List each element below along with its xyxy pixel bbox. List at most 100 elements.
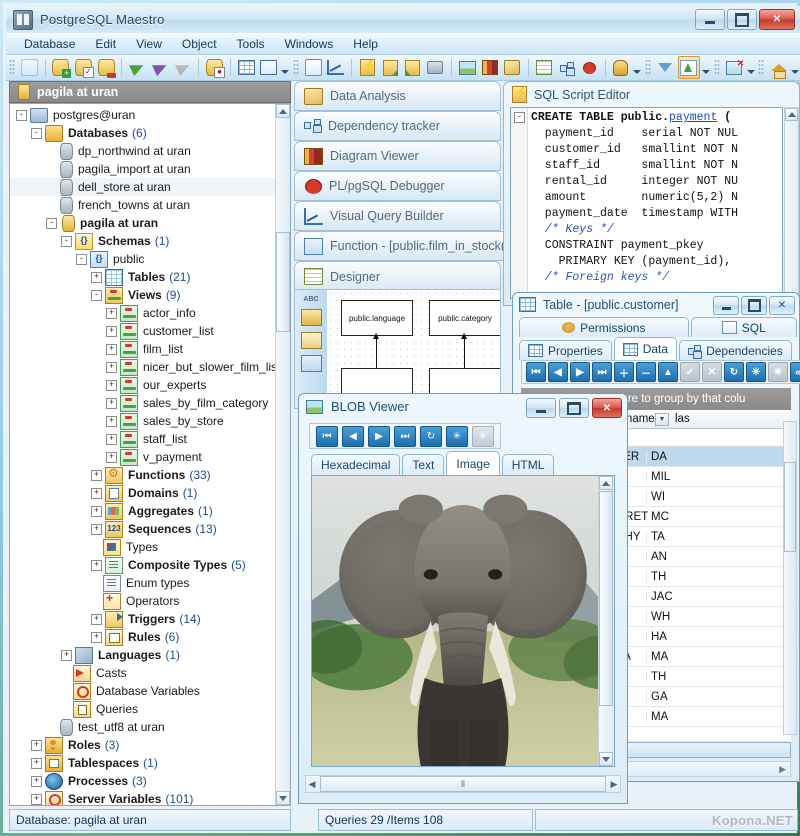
blob-first-button[interactable]: ⏮	[316, 426, 338, 447]
fold-toggle[interactable]: -	[514, 112, 525, 123]
tree-node-languages[interactable]: +Languages(1)	[10, 646, 275, 664]
toolbar-grip[interactable]	[758, 59, 764, 76]
tool-tab-data-analysis[interactable]: Data Analysis	[294, 81, 501, 111]
tree-toggle[interactable]: -	[16, 110, 27, 121]
blob-save-button[interactable]: ✳	[446, 426, 468, 447]
card-view-button[interactable]	[259, 57, 280, 78]
blob-hscroll-right-button[interactable]: ▶	[608, 779, 620, 790]
home-button[interactable]	[768, 57, 789, 78]
blob-image-vscrollbar[interactable]	[598, 476, 614, 766]
tab-html[interactable]: HTML	[502, 454, 555, 475]
sql-editor-body[interactable]: - CREATE TABLE public.payment ( payment_…	[510, 107, 783, 299]
tool-tab-diagram-viewer[interactable]: Diagram Viewer	[294, 141, 501, 171]
tree-node-processes[interactable]: +Processes(3)	[10, 772, 275, 790]
blob-prior-button[interactable]: ◀	[342, 426, 364, 447]
tree-toggle[interactable]: +	[106, 398, 117, 409]
database-tree[interactable]: -postgres@uran-Databases(6)dp_northwind …	[10, 106, 275, 806]
tree-node-composite-types[interactable]: +Composite Types(5)	[10, 556, 275, 574]
tree-toggle[interactable]: +	[91, 488, 102, 499]
cell-last-name[interactable]: MC	[647, 511, 791, 523]
import-data-button[interactable]	[403, 57, 424, 78]
tool-tab-dependency-tracker[interactable]: Dependency tracker	[294, 111, 501, 141]
plug-button[interactable]	[611, 57, 632, 78]
tree-scroll-thumb[interactable]	[276, 232, 290, 332]
blob-image-area[interactable]	[311, 475, 615, 767]
minimize-button[interactable]	[695, 9, 725, 30]
tab-image[interactable]: Image	[446, 451, 499, 475]
tree-node-enum-types[interactable]: Enum types	[10, 574, 275, 592]
visual-query-builder-button[interactable]	[326, 57, 347, 78]
filter-button[interactable]	[655, 57, 676, 78]
security-button[interactable]: ●	[204, 57, 225, 78]
menu-item-view[interactable]: View	[126, 35, 172, 53]
tab-permissions[interactable]: Permissions	[519, 317, 689, 337]
debugger-button[interactable]	[579, 57, 600, 78]
blob-hscroll-thumb[interactable]: ⦀	[320, 776, 606, 792]
grid-view-button[interactable]	[236, 57, 257, 78]
tree-toggle[interactable]: +	[106, 344, 117, 355]
clear-filter-button[interactable]: ✳	[768, 362, 788, 382]
new-document-button[interactable]	[303, 57, 324, 78]
tree-node-schemas[interactable]: -{}Schemas(1)	[10, 232, 275, 250]
toolbar-grip[interactable]	[9, 59, 15, 76]
menu-item-windows[interactable]: Windows	[275, 35, 344, 53]
tree-node-pagila-at-uran[interactable]: -pagila at uran	[10, 214, 275, 232]
cell-last-name[interactable]: TH	[647, 571, 791, 583]
toolbar-overflow-3[interactable]	[701, 57, 711, 78]
tree-node-roles[interactable]: +Roles(3)	[10, 736, 275, 754]
column-filter-dropdown-icon[interactable]: ▼	[655, 413, 669, 426]
apply-filter-button[interactable]: ✳	[746, 362, 766, 382]
cell-last-name[interactable]: MA	[647, 651, 791, 663]
tree-node-tables[interactable]: +Tables(21)	[10, 268, 275, 286]
sql-scroll-up-button[interactable]	[785, 108, 798, 121]
blob-clear-button[interactable]: ✳	[472, 426, 494, 447]
table-maximize-button[interactable]	[741, 296, 767, 315]
relation-tool-icon[interactable]	[301, 332, 322, 349]
tree-node-test-utf8-at-uran[interactable]: test_utf8 at uran	[10, 718, 275, 736]
tab-hexadecimal[interactable]: Hexadecimal	[311, 454, 400, 475]
designer-node[interactable]: public.category	[429, 300, 501, 336]
toolbar-overflow-4[interactable]	[746, 57, 756, 78]
tree-toggle[interactable]: +	[91, 524, 102, 535]
tab-sql[interactable]: SQL	[691, 317, 797, 337]
new-database-button[interactable]: +	[51, 57, 72, 78]
tab-data[interactable]: Data	[614, 337, 677, 360]
tree-toggle[interactable]: +	[31, 794, 42, 805]
tree-toggle[interactable]: +	[106, 434, 117, 445]
tree-toggle[interactable]: +	[91, 632, 102, 643]
blob-image-scroll-down[interactable]	[599, 752, 613, 766]
post-edit-button[interactable]: ✓	[680, 362, 700, 382]
tree-node-domains[interactable]: +Domains(1)	[10, 484, 275, 502]
tree-node-types[interactable]: Types	[10, 538, 275, 556]
blob-last-button[interactable]: ⏭	[394, 426, 416, 447]
link-tool-icon[interactable]	[301, 355, 322, 372]
tree-node-customer-list[interactable]: +customer_list	[10, 322, 275, 340]
data-grid-vscroll-thumb[interactable]	[784, 462, 796, 552]
maximize-button[interactable]	[727, 9, 757, 30]
tree-node-film-list[interactable]: +film_list	[10, 340, 275, 358]
designer-button[interactable]	[534, 57, 555, 78]
designer-palette[interactable]: ABC	[295, 290, 328, 408]
abc-text-icon[interactable]: ABC	[302, 296, 320, 303]
tree-node-server-variables[interactable]: +Server Variables(101)	[10, 790, 275, 806]
windows-button[interactable]	[724, 57, 745, 78]
tree-toggle[interactable]: -	[46, 218, 57, 229]
tree-node-queries[interactable]: Queries	[10, 700, 275, 718]
tree-toggle[interactable]: +	[106, 416, 117, 427]
first-record-button[interactable]: ⏮	[526, 362, 546, 382]
tree-scrollbar[interactable]	[275, 104, 290, 805]
blob-next-button[interactable]: ▶	[368, 426, 390, 447]
cell-last-name[interactable]: WH	[647, 611, 791, 623]
blob-reload-button[interactable]: ↻	[420, 426, 442, 447]
data-analysis-button[interactable]	[502, 57, 523, 78]
toolbar-grip[interactable]	[293, 59, 299, 76]
data-grid-vscrollbar[interactable]	[783, 421, 797, 735]
tool-tab-debugger[interactable]: PL/pgSQL Debugger	[294, 171, 501, 201]
cell-last-name[interactable]: TH	[647, 671, 791, 683]
tree-node-aggregates[interactable]: +Aggregates(1)	[10, 502, 275, 520]
tree-toggle[interactable]: +	[106, 452, 117, 463]
toolbar-grip[interactable]	[714, 59, 720, 76]
sql-editor-code[interactable]: CREATE TABLE public.payment ( payment_id…	[528, 108, 782, 298]
sort-button[interactable]	[678, 56, 701, 79]
tree-node-nicer-but-slower-film-list[interactable]: +nicer_but_slower_film_list	[10, 358, 275, 376]
